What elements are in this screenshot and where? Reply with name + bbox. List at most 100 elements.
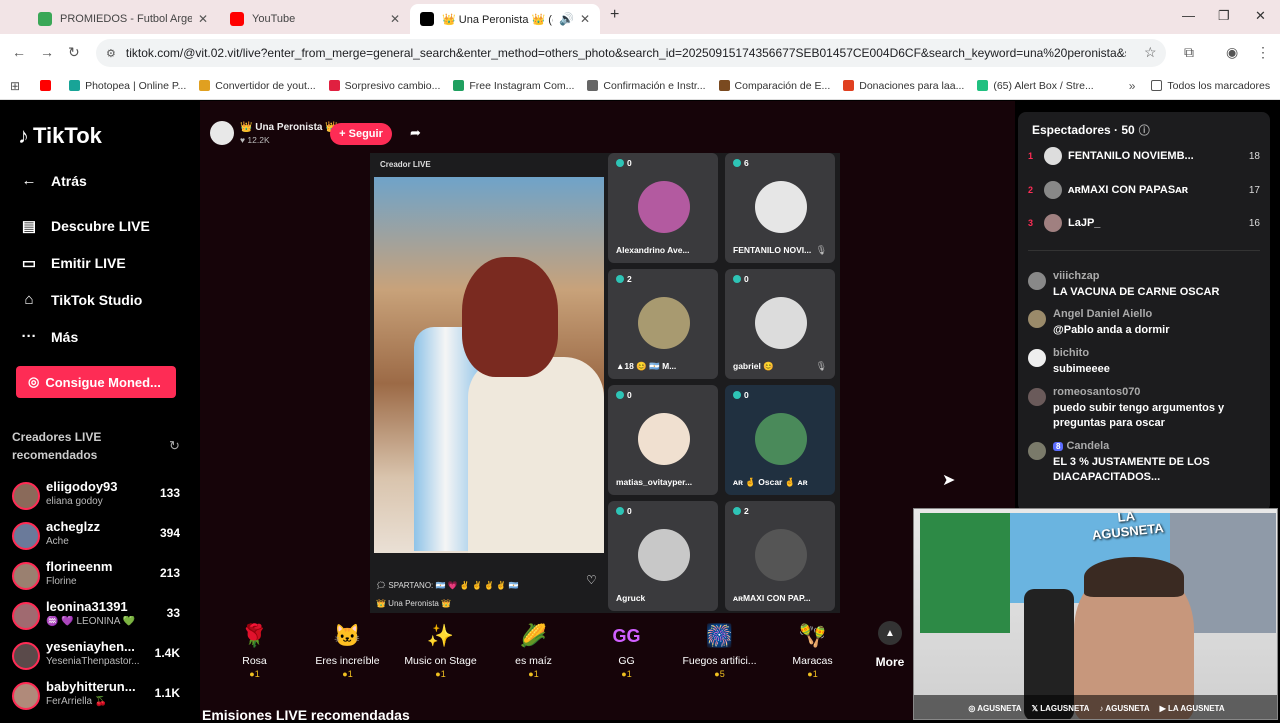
extensions-icon[interactable]: ⧉ — [1184, 44, 1194, 61]
refresh-icon[interactable]: ↻ — [169, 438, 180, 454]
guest-tile[interactable]: 0 ᴀʀ 🤞 Oscar 🤞 ᴀʀ — [725, 385, 835, 495]
back-link[interactable]: ← Atrás — [18, 172, 87, 189]
streamer-hair — [1084, 557, 1184, 597]
top-viewer-row[interactable]: 1 FENTANILO NOVIEMB... 18 — [1028, 144, 1260, 168]
main-video[interactable] — [374, 177, 604, 553]
nav-label: TikTok Studio — [51, 291, 143, 308]
avatar — [1028, 310, 1046, 328]
get-coins-button[interactable]: ◎ Consigue Moned... — [16, 366, 176, 398]
gift-maracas[interactable]: 🪇 Maracas ●1 — [766, 613, 859, 693]
browser-tab-youtube[interactable]: YouTube ✕ — [220, 4, 410, 34]
nav-label: Emitir LIVE — [51, 255, 126, 271]
guest-tile[interactable]: 2 ᴀʀMAXI CON PAP... — [725, 501, 835, 611]
close-tab-icon[interactable]: ✕ — [390, 12, 400, 26]
viewers-header[interactable]: Espectadores · 50 ⓘ — [1032, 122, 1150, 138]
new-tab-icon[interactable]: + — [610, 6, 619, 24]
tiktok-note-icon: ♪ — [18, 123, 29, 148]
gift-eres-increible[interactable]: 🐱 Eres increíble ●1 — [301, 613, 394, 693]
restore-icon[interactable]: ❐ — [1218, 8, 1230, 24]
profile-icon[interactable]: ◉ — [1226, 44, 1238, 61]
bookmark-label: Convertidor de yout... — [215, 79, 316, 92]
info-icon[interactable]: ⓘ — [1139, 122, 1150, 138]
top-viewer-row[interactable]: 3 LaJP_ 16 — [1028, 211, 1260, 235]
bookmark-item[interactable]: Comparación de E... — [718, 80, 830, 92]
guest-tile[interactable]: 6 FENTANILO NOVI... 🎙 — [725, 153, 835, 263]
heart-icon[interactable]: ♡ — [586, 573, 597, 587]
nav-mas[interactable]: ··· Más — [18, 328, 79, 345]
creator-item[interactable]: babyhitterun... FerArriella 🍒 1.1K — [10, 678, 190, 716]
back-arrow-icon[interactable]: ← — [12, 44, 26, 60]
gift-fuegos-artificiales[interactable]: 🎆 Fuegos artifici... ●5 — [673, 613, 766, 693]
guest-tile[interactable]: 0 Agruck — [608, 501, 718, 611]
browser-tab-strip: PROMIEDOS - Futbol Argentino ✕ YouTube ✕… — [0, 0, 1280, 34]
more-gifts-button[interactable]: ▲ More — [870, 621, 910, 669]
creator-item[interactable]: eliigodoy93 eliana godoy 133 — [10, 478, 190, 516]
gift-music-on-stage[interactable]: ✨ Music on Stage ●1 — [394, 613, 487, 693]
apps-grid-icon[interactable]: ⊞ — [10, 79, 20, 93]
score-value: 6 — [744, 158, 749, 168]
minimize-icon[interactable]: — — [1182, 8, 1195, 23]
x-handle: 𝕏 LAGUSNETA — [1031, 703, 1090, 713]
guest-tile[interactable]: 0 Alexandrino Ave... — [608, 153, 718, 263]
bookmark-item[interactable]: Donaciones para laa... — [843, 80, 964, 92]
tab-title: YouTube — [252, 13, 296, 25]
all-bookmarks-folder[interactable]: Todos los marcadores — [1151, 80, 1270, 92]
more-bookmarks-icon[interactable]: » — [1129, 79, 1136, 93]
guest-tile[interactable]: 0 gabriel 😊 🎙 — [725, 269, 835, 379]
url-text: tiktok.com/@vit.02.vit/live?enter_from_m… — [125, 46, 1126, 60]
guest-tile[interactable]: 0 matias_ovitayper... — [608, 385, 718, 495]
creator-item[interactable]: yeseniayhen... YeseniaThenpastor... 1.4K — [10, 638, 190, 676]
bookmark-item[interactable]: Convertidor de yout... — [199, 79, 316, 92]
avatar — [1044, 147, 1062, 165]
viewer-count: 133 — [159, 486, 180, 500]
guest-tile[interactable]: 2 ▲18 😊 🇦🇷 M... — [608, 269, 718, 379]
close-window-icon[interactable]: ✕ — [1255, 8, 1266, 24]
bookmark-item[interactable]: Free Instagram Com... — [453, 80, 574, 92]
live-stage: Creador LIVE 🗯 SPARTANO: 🇦🇷 💗 ✌ ✌ ✌ ✌ 🇦🇷… — [370, 153, 840, 613]
gift-gg[interactable]: GG GG ●1 — [580, 613, 673, 693]
tab-title: 👑 Una Peronista 👑 (@vit.0 — [442, 13, 553, 26]
close-tab-icon[interactable]: ✕ — [198, 12, 208, 26]
socials-bar: ◎ AGUSNETA 𝕏 LAGUSNETA ♪ AGUSNETA ▶ LA A… — [914, 695, 1277, 719]
chat-text: EL 3 % JUSTAMENTE DE LOS DIACAPACITADOS.… — [1053, 456, 1210, 483]
creator-item[interactable]: acheglzz Ache 394 — [10, 518, 190, 556]
bookmark-item[interactable] — [40, 80, 56, 91]
guest-name: gabriel 😊 — [733, 361, 774, 371]
nav-descubre-live[interactable]: ▤ Descubre LIVE — [18, 217, 150, 235]
share-icon[interactable]: ➦ — [410, 125, 421, 141]
site-info-icon[interactable]: ⚙ — [106, 47, 116, 60]
top-viewer-row[interactable]: 2 ᴀʀMAXI CON PAPASᴀʀ 17 — [1028, 178, 1260, 202]
bookmark-item[interactable]: Sorpresivo cambio... — [328, 80, 440, 92]
url-input[interactable]: ⚙ tiktok.com/@vit.02.vit/live?enter_from… — [96, 39, 1166, 67]
gift-rosa[interactable]: 🌹 Rosa ●1 — [208, 613, 301, 693]
bookmark-label: Confirmación e Instr... — [603, 79, 706, 92]
browser-tab-tiktok[interactable]: 👑 Una Peronista 👑 (@vit.0 🔊 ✕ — [410, 4, 600, 34]
viewer-count: 1.4K — [154, 646, 180, 660]
coins-label: Consigue Moned... — [45, 374, 161, 390]
bookmark-star-icon[interactable]: ☆ — [1144, 44, 1157, 61]
score-dot-icon — [733, 391, 741, 399]
creator-subtitle: YeseniaThenpastor... — [46, 656, 140, 667]
nav-emitir-live[interactable]: ▭ Emitir LIVE — [18, 254, 126, 272]
host-info[interactable]: 👑 Una Peronista 👑 ♥ 12.2K — [210, 121, 338, 145]
creator-name: yeseniayhen... — [46, 639, 135, 654]
creator-item[interactable]: florineenm Florine 213 — [10, 558, 190, 596]
forward-arrow-icon[interactable]: → — [40, 44, 54, 60]
host-name: 👑 Una Peronista 👑 — [240, 121, 338, 133]
bookmark-item[interactable]: (65) Alert Box / Stre... — [977, 80, 1094, 92]
follow-button[interactable]: + Seguir — [330, 123, 392, 145]
creator-name: acheglzz — [46, 519, 101, 534]
nav-tiktok-studio[interactable]: ⌂ TikTok Studio — [18, 291, 142, 308]
reload-icon[interactable]: ↻ — [68, 44, 80, 61]
browser-tab-promiedos[interactable]: PROMIEDOS - Futbol Argentino ✕ — [28, 4, 218, 34]
close-tab-icon[interactable]: ✕ — [580, 12, 590, 26]
bookmark-item[interactable]: Photopea | Online P... — [69, 80, 186, 92]
gift-es-maiz[interactable]: 🌽 es maíz ●1 — [487, 613, 580, 693]
score-value: 0 — [744, 274, 749, 284]
menu-kebab-icon[interactable]: ⋮ — [1256, 44, 1270, 61]
tiktok-logo[interactable]: ♪ TikTok — [18, 123, 102, 149]
bookmark-item[interactable]: Confirmación e Instr... — [587, 79, 706, 92]
gift-price: ●1 — [435, 669, 446, 679]
speaker-icon[interactable]: 🔊 — [559, 12, 574, 26]
creator-item[interactable]: leonina31391 ♒ 💜 LEONINA 💚 33 — [10, 598, 190, 636]
